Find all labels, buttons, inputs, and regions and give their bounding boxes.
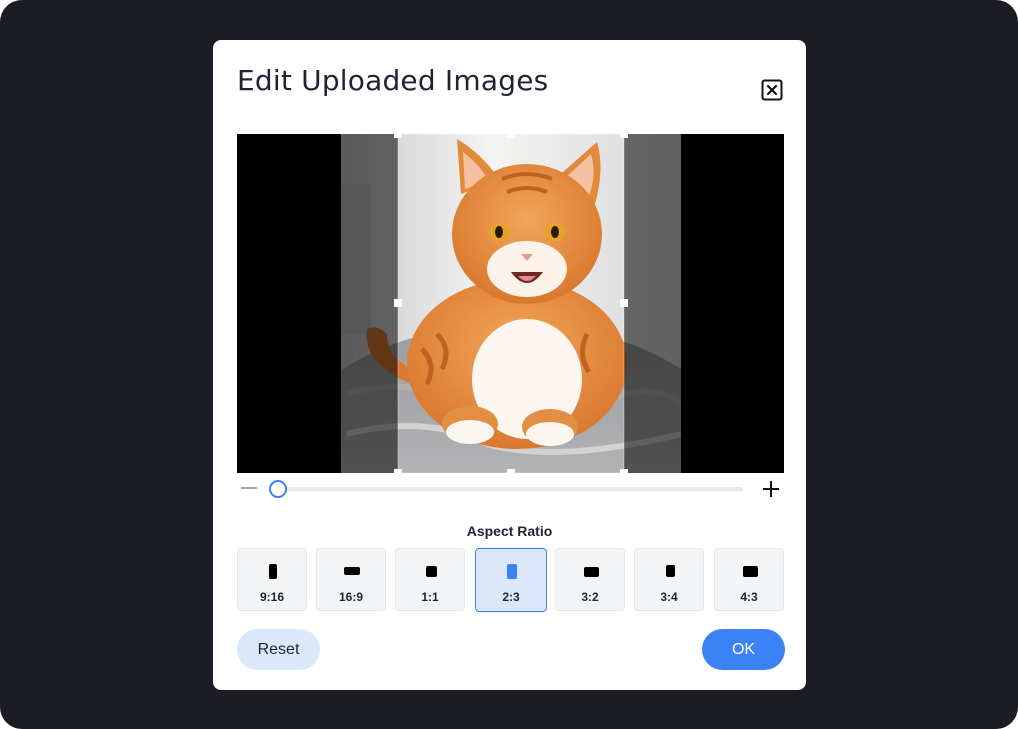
image-crop-area[interactable] [237,134,784,473]
crop-handle[interactable] [620,469,628,473]
landscape-ratio-icon [743,566,758,577]
zoom-slider-thumb[interactable] [269,480,287,498]
aspect-option-label: 3:4 [660,590,678,604]
ok-button[interactable]: OK [702,629,785,670]
dialog-title: Edit Uploaded Images [237,64,549,97]
crop-handle[interactable] [394,299,402,307]
minus-icon [241,487,257,489]
plus-icon [763,481,779,497]
aspect-option-label: 16:9 [338,590,364,604]
zoom-slider[interactable] [277,487,743,491]
zoom-out-button[interactable] [239,480,259,496]
zoom-control [237,476,784,500]
crop-handle[interactable] [507,469,515,473]
aspect-option-label: 2:3 [502,590,520,604]
aspect-option-label: 9:16 [259,590,285,604]
aspect-option-2-3[interactable]: 2:3 [475,548,547,612]
zoom-in-button[interactable] [761,479,781,499]
landscape-ratio-icon [344,567,360,575]
close-button[interactable] [761,79,783,101]
portrait-ratio-icon [507,564,517,579]
app-backdrop: Edit Uploaded Images Aspect Ratio 9:16 1… [0,0,1018,729]
aspect-option-16-9[interactable]: 16:9 [316,548,386,611]
aspect-option-3-4[interactable]: 3:4 [634,548,704,611]
aspect-option-1-1[interactable]: 1:1 [395,548,465,611]
aspect-option-label: 1:1 [421,590,439,604]
portrait-ratio-icon [666,565,675,577]
square-ratio-icon [426,566,437,577]
crop-mask-right [624,134,681,473]
crop-mask-left [341,134,398,473]
edit-images-dialog: Edit Uploaded Images Aspect Ratio 9:16 1… [213,40,806,690]
aspect-ratio-label: Aspect Ratio [466,523,553,539]
close-icon [761,79,783,101]
aspect-option-4-3[interactable]: 4:3 [714,548,784,611]
aspect-option-label: 3:2 [581,590,599,604]
aspect-option-label: 4:3 [740,590,758,604]
crop-handle[interactable] [507,134,515,138]
crop-handle[interactable] [394,469,402,473]
crop-handle[interactable] [620,299,628,307]
portrait-ratio-icon [269,564,277,579]
aspect-option-3-2[interactable]: 3:2 [555,548,625,611]
landscape-ratio-icon [584,567,599,577]
reset-button[interactable]: Reset [237,629,320,670]
crop-handle[interactable] [620,134,628,138]
aspect-option-9-16[interactable]: 9:16 [237,548,307,611]
crop-handle[interactable] [394,134,402,138]
aspect-ratio-options: 9:16 16:9 1:1 2:3 3:2 3:4 4:3 [237,548,784,612]
